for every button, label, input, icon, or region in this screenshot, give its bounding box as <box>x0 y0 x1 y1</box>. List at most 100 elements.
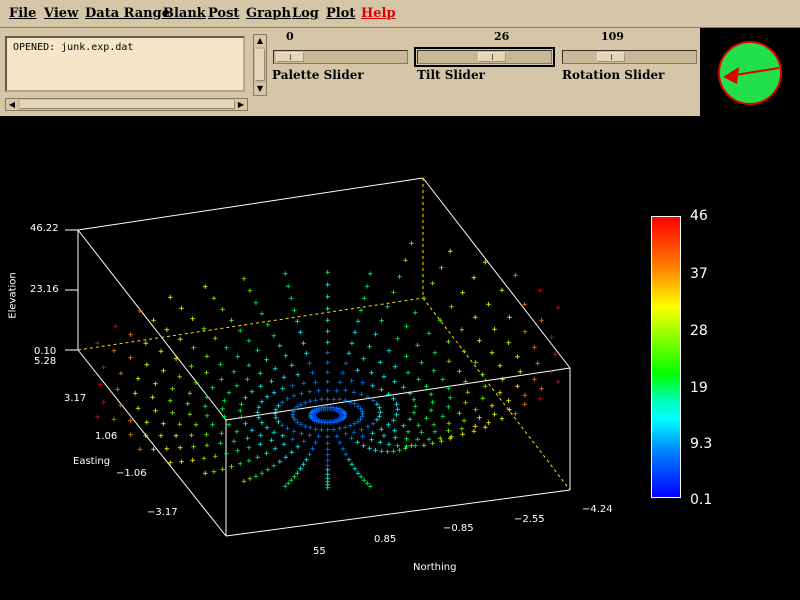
palette-slider[interactable] <box>273 50 408 64</box>
data-point-marker: + <box>339 410 345 420</box>
data-point-marker: + <box>173 432 179 442</box>
scroll-up-arrow-icon[interactable]: ▲ <box>254 35 266 47</box>
data-point-marker: + <box>404 352 410 362</box>
data-point-marker: + <box>224 343 230 353</box>
data-point-marker: + <box>415 341 421 351</box>
menu-blank[interactable]: Blank <box>163 6 206 21</box>
data-point-marker: + <box>118 401 124 411</box>
rotation-slider-value: 109 <box>601 30 624 43</box>
scroll-thumb[interactable] <box>255 49 265 81</box>
data-point-marker: + <box>304 349 310 359</box>
scroll-thumb[interactable] <box>20 100 235 109</box>
data-point-marker: + <box>378 358 384 368</box>
data-point-marker: + <box>269 377 275 387</box>
menu-plot[interactable]: Plot <box>326 6 355 21</box>
rotation-slider[interactable] <box>562 50 697 64</box>
data-point-marker: + <box>241 477 247 487</box>
data-point-marker: + <box>391 416 397 426</box>
data-point-marker: + <box>101 363 107 373</box>
data-point-marker: + <box>325 305 331 315</box>
data-point-marker: + <box>271 388 277 398</box>
data-point-marker: + <box>246 361 252 371</box>
menu-post[interactable]: Post <box>208 6 239 21</box>
data-point-marker: + <box>459 326 465 336</box>
data-point-marker: + <box>280 385 286 395</box>
data-point-marker: + <box>234 381 240 391</box>
compass-arrow-icon[interactable] <box>717 40 783 106</box>
palette-slider-value: 0 <box>286 30 294 43</box>
data-point-marker: + <box>553 350 559 360</box>
data-point-marker: + <box>483 258 489 268</box>
data-point-marker: + <box>264 356 270 366</box>
data-point-marker: + <box>413 308 419 318</box>
data-point-marker: + <box>497 388 503 398</box>
data-point-marker: + <box>397 272 403 282</box>
data-point-marker: + <box>448 434 454 444</box>
data-point-marker: + <box>218 360 224 370</box>
menu-help[interactable]: Help <box>361 6 396 21</box>
data-point-marker: + <box>355 366 361 376</box>
scroll-left-arrow-icon[interactable]: ◀ <box>6 99 18 110</box>
data-point-marker: + <box>416 375 422 385</box>
scroll-down-arrow-icon[interactable]: ▼ <box>254 83 266 95</box>
northing-tick-label: −0.85 <box>443 523 474 534</box>
data-point-marker: + <box>164 326 170 336</box>
data-point-marker: + <box>360 379 366 389</box>
menu-file[interactable]: File <box>9 6 36 21</box>
data-point-marker: + <box>343 359 349 369</box>
easting-tick-label: −3.17 <box>147 507 178 518</box>
data-point-marker: + <box>204 412 210 422</box>
menu-view[interactable]: View <box>44 6 78 21</box>
log-horizontal-scrollbar[interactable]: ◀ ▶ <box>5 98 248 111</box>
easting-axis-label: Easting <box>73 456 111 467</box>
data-point-marker: + <box>249 387 255 397</box>
palette-slider-thumb[interactable] <box>276 52 304 62</box>
data-point-marker: + <box>95 413 101 423</box>
data-point-marker: + <box>307 359 313 369</box>
data-point-marker: + <box>153 380 159 390</box>
data-point-marker: + <box>128 354 134 364</box>
data-point-marker: + <box>283 453 289 463</box>
tilt-slider[interactable] <box>414 47 555 67</box>
menu-log[interactable]: Log <box>292 6 319 21</box>
scroll-right-arrow-icon[interactable]: ▶ <box>235 99 247 110</box>
log-vertical-scrollbar[interactable]: ▲ ▼ <box>253 34 267 96</box>
data-point-marker: + <box>218 439 224 449</box>
data-point-marker: + <box>203 402 209 412</box>
data-point-marker: + <box>301 379 307 389</box>
data-point-marker: + <box>549 368 555 378</box>
data-point-marker: + <box>170 409 176 419</box>
data-point-marker: + <box>135 404 141 414</box>
colorbar-tick-label: 0.1 <box>690 492 713 508</box>
data-point-marker: + <box>483 423 489 433</box>
northing-tick-label: −2.55 <box>514 514 545 525</box>
data-point-marker: + <box>271 428 277 438</box>
data-point-marker: + <box>258 382 264 392</box>
tilt-slider-thumb[interactable] <box>477 52 506 62</box>
data-point-marker: + <box>409 239 415 249</box>
data-point-marker: + <box>289 294 295 304</box>
data-point-marker: + <box>246 336 252 346</box>
menu-graph[interactable]: Graph <box>246 6 291 21</box>
menu-data-range[interactable]: Data Range <box>85 6 170 21</box>
data-point-marker: + <box>185 400 191 410</box>
data-point-marker: + <box>204 393 210 403</box>
data-point-marker: + <box>161 367 167 377</box>
data-point-marker: + <box>403 256 409 266</box>
rotation-slider-thumb[interactable] <box>596 52 625 62</box>
colorbar-tick-label: 46 <box>690 208 708 224</box>
data-point-marker: + <box>265 465 271 475</box>
plot-area[interactable]: + + + + + + + + + + + + + + + + + + + + + + + + + + + + + + + + + + + + + + + +… <box>0 118 800 600</box>
data-point-marker: + <box>480 370 486 380</box>
data-point-marker: + <box>506 339 512 349</box>
data-point-marker: + <box>204 369 210 379</box>
data-point-marker: + <box>432 348 438 358</box>
data-point-marker: + <box>428 406 434 416</box>
data-point-marker: + <box>178 335 184 345</box>
data-point-marker: + <box>273 365 279 375</box>
data-point-marker: + <box>135 375 141 385</box>
log-textbox[interactable]: OPENED: junk.exp.dat <box>5 36 245 92</box>
data-point-marker: + <box>204 430 210 440</box>
data-point-marker: + <box>231 437 237 447</box>
data-point-marker: + <box>158 347 164 357</box>
